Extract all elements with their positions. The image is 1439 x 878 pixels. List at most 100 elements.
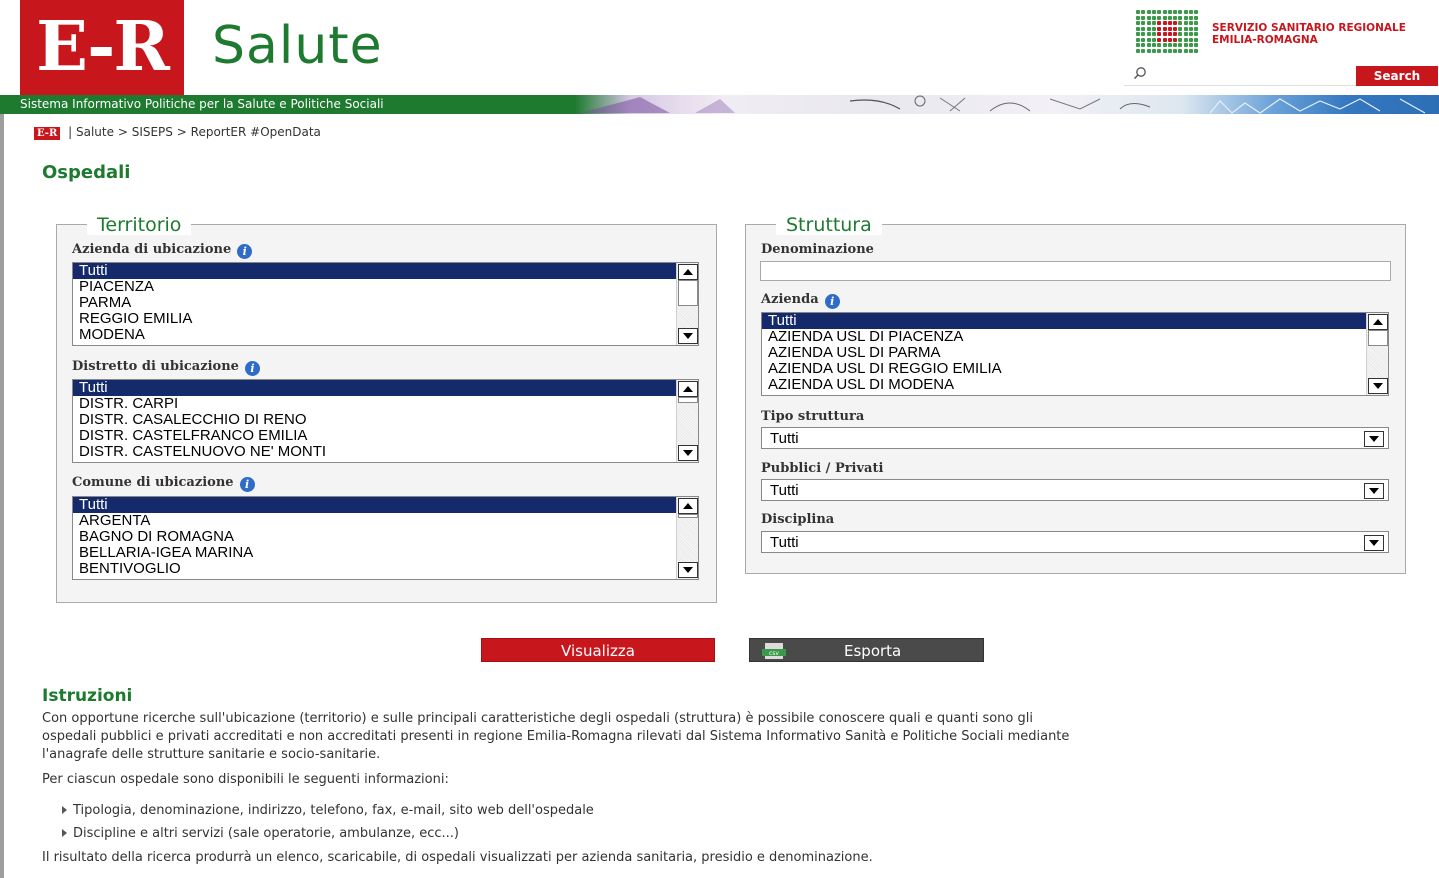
scroll-down-icon[interactable] <box>1368 378 1388 394</box>
disciplina-select[interactable]: Tutti <box>761 531 1389 553</box>
paragraph-line: l'anagrafe delle strutture sanitarie e s… <box>42 747 381 762</box>
scroll-down-icon[interactable] <box>678 328 698 344</box>
list-option[interactable]: DISTR. CASALECCHIO DI RENO <box>73 412 698 428</box>
er-logo[interactable]: E-R <box>20 0 184 95</box>
list-option[interactable]: Tutti <box>73 380 698 396</box>
scroll-thumb[interactable] <box>1368 330 1388 346</box>
info-icon[interactable]: i <box>824 294 840 309</box>
azienda-listbox[interactable]: Tutti AZIENDA USL DI PIACENZA AZIENDA US… <box>761 312 1389 396</box>
list-item: Tipologia, denominazione, indirizzo, tel… <box>62 802 594 820</box>
scroll-thumb[interactable] <box>678 514 698 518</box>
ssr-logo-dot <box>1167 43 1172 47</box>
list-option[interactable]: Tutti <box>73 263 698 279</box>
site-title[interactable]: Salute <box>212 16 383 76</box>
struttura-legend: Struttura <box>776 215 882 235</box>
tipo-struttura-select[interactable]: Tutti <box>761 427 1389 449</box>
list-option[interactable]: DISTR. CASTELFRANCO EMILIA <box>73 428 698 444</box>
scrollbar[interactable] <box>676 263 698 345</box>
scrollbar[interactable] <box>676 497 698 579</box>
list-option[interactable]: BENTIVOGLIO <box>73 561 698 577</box>
list-option[interactable]: PARMA <box>73 295 698 311</box>
scroll-up-icon[interactable] <box>678 381 698 397</box>
list-option[interactable]: AZIENDA USL DI PARMA <box>762 345 1388 361</box>
chevron-down-icon[interactable] <box>1364 535 1384 551</box>
scrollbar[interactable] <box>1366 313 1388 395</box>
ssr-logo-dot <box>1146 48 1151 53</box>
list-option[interactable]: MODENA <box>73 327 698 343</box>
ssr-logo-dot <box>1178 48 1183 53</box>
ssr-logo-dot <box>1167 37 1172 42</box>
ssr-logo-dot <box>1157 15 1162 20</box>
list-option[interactable]: AZIENDA USL DI MODENA <box>762 377 1388 393</box>
breadcrumb-salute[interactable]: Salute <box>76 125 114 139</box>
list-option[interactable]: DISTR. CASTELNUOVO NE' MONTI <box>73 444 698 460</box>
list-option[interactable]: BELLARIA-IGEA MARINA <box>73 545 698 561</box>
scroll-down-icon[interactable] <box>678 445 698 461</box>
ssr-logo-dot <box>1136 43 1140 47</box>
breadcrumb-siseps[interactable]: SISEPS <box>132 125 173 139</box>
ssr-logo-dot <box>1183 37 1188 42</box>
comune-ubicazione-label-text: Comune di ubicazione <box>72 475 234 490</box>
paragraph-line: ospedali pubblici e privati accreditati … <box>42 729 1070 744</box>
search-input[interactable] <box>1152 66 1348 84</box>
ssr-logo-dot <box>1194 26 1199 31</box>
info-icon[interactable]: i <box>237 244 253 259</box>
ssr-logo-dot <box>1141 10 1146 14</box>
ssr-logo-dot <box>1189 43 1193 47</box>
ssr-logo-dot <box>1151 15 1156 20</box>
scroll-thumb[interactable] <box>678 397 698 403</box>
list-option[interactable]: AZIENDA USL DI PIACENZA <box>762 329 1388 345</box>
list-option[interactable]: Tutti <box>762 313 1388 329</box>
tipo-struttura-label: Tipo struttura <box>761 409 865 424</box>
breadcrumb-arrow: > <box>117 125 128 139</box>
ssr-line1: SERVIZIO SANITARIO REGIONALE <box>1212 22 1406 34</box>
visualizza-button[interactable]: Visualizza <box>481 638 715 662</box>
ssr-logo-dot <box>1173 21 1178 25</box>
istruzioni-result: Il risultato della ricerca produrrà un e… <box>42 850 873 865</box>
ssr-logo-dot <box>1178 43 1183 47</box>
breadcrumb-er-logo[interactable]: E-R <box>34 127 61 140</box>
chevron-down-icon[interactable] <box>1364 483 1384 499</box>
scroll-up-icon[interactable] <box>678 498 698 514</box>
scroll-thumb[interactable] <box>678 280 698 306</box>
paragraph-line: Con opportune ricerche sull'ubicazione (… <box>42 711 1033 726</box>
ssr-logo-dot <box>1151 37 1156 42</box>
list-option[interactable]: ARGENTA <box>73 513 698 529</box>
ssr-logo-dot <box>1173 43 1178 47</box>
info-icon[interactable]: i <box>239 477 255 492</box>
scroll-up-icon[interactable] <box>1368 314 1388 330</box>
comune-ubicazione-listbox[interactable]: Tutti ARGENTA BAGNO DI ROMAGNA BELLARIA-… <box>72 496 699 580</box>
ssr-logo-dot <box>1157 37 1162 42</box>
ssr-logo-dot <box>1183 10 1188 14</box>
ssr-logo-icon[interactable] <box>1136 10 1200 54</box>
ssr-logo-dot <box>1141 21 1146 25</box>
list-option[interactable]: Tutti <box>73 497 698 513</box>
breadcrumb-reporter[interactable]: ReportER #OpenData <box>191 125 321 139</box>
esporta-button[interactable]: csv Esporta <box>749 638 984 662</box>
ssr-logo-dot <box>1167 26 1172 31</box>
ssr-logo-dot <box>1183 15 1188 20</box>
list-option[interactable]: REGGIO EMILIA <box>73 311 698 327</box>
svg-text:csv: csv <box>769 650 779 657</box>
page-title: Ospedali <box>42 162 131 183</box>
scrollbar[interactable] <box>676 380 698 462</box>
decorative-banner-image <box>520 95 1439 114</box>
pubblici-privati-select[interactable]: Tutti <box>761 479 1389 501</box>
list-option[interactable]: DISTR. CARPI <box>73 396 698 412</box>
info-icon[interactable]: i <box>244 361 260 376</box>
ssr-logo-text[interactable]: SERVIZIO SANITARIO REGIONALE EMILIA-ROMA… <box>1212 22 1406 46</box>
distretto-ubicazione-listbox[interactable]: Tutti DISTR. CARPI DISTR. CASALECCHIO DI… <box>72 379 699 463</box>
azienda-ubicazione-listbox[interactable]: Tutti PIACENZA PARMA REGGIO EMILIA MODEN… <box>72 262 699 346</box>
pubblici-privati-label: Pubblici / Privati <box>761 461 884 476</box>
list-option[interactable]: AZIENDA USL DI REGGIO EMILIA <box>762 361 1388 377</box>
denominazione-input[interactable] <box>760 261 1391 281</box>
ssr-logo-dot <box>1136 37 1140 42</box>
scroll-up-icon[interactable] <box>678 264 698 280</box>
search-button[interactable]: Search <box>1356 66 1438 86</box>
ssr-logo-dot <box>1162 21 1167 25</box>
ssr-logo-dot <box>1189 37 1193 42</box>
chevron-down-icon[interactable] <box>1364 431 1384 447</box>
scroll-down-icon[interactable] <box>678 562 698 578</box>
list-option[interactable]: PIACENZA <box>73 279 698 295</box>
list-option[interactable]: BAGNO DI ROMAGNA <box>73 529 698 545</box>
